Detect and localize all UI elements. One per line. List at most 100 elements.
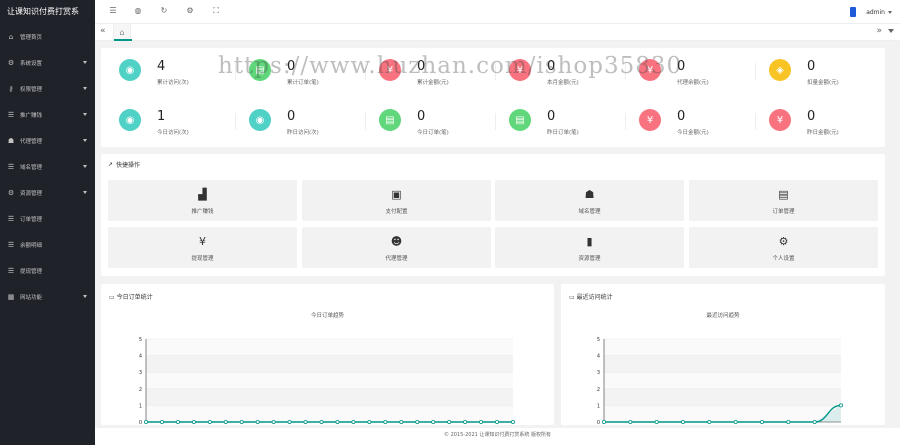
data-point: [223, 419, 228, 424]
yen-icon: ¥: [769, 109, 791, 131]
sidebar-item-label: 网站功能: [20, 295, 43, 301]
quick-action-label: 域名管理: [578, 209, 601, 215]
server-icon: ▤: [778, 188, 789, 201]
quick-action-label: 资源管理: [578, 256, 601, 262]
divider: [365, 113, 366, 130]
y-tick-label: 4: [139, 354, 142, 360]
data-point: [144, 419, 149, 424]
stat-card: ¥0 今日金额(元): [631, 101, 761, 141]
quick-action-button[interactable]: ▣ 支付配置: [302, 180, 491, 221]
yen-icon: ¥: [379, 59, 401, 81]
tabs-menu-chevron-icon[interactable]: [888, 29, 894, 33]
quick-action-button[interactable]: ⚙ 个人设置: [689, 227, 878, 268]
stat-value: 0: [287, 109, 296, 124]
chevron-down-icon: [83, 87, 87, 90]
chevron-down-icon: [83, 191, 87, 194]
panel-title: ➚ 快捷操作: [108, 160, 140, 169]
quick-action-button[interactable]: ☻ 代理管理: [302, 227, 491, 268]
sidebar-item-label: 管理首页: [20, 35, 43, 41]
stat-value: 0: [547, 59, 556, 74]
quick-action-button[interactable]: ☗ 域名管理: [495, 180, 684, 221]
data-point: [838, 403, 843, 408]
data-point: [431, 419, 436, 424]
quick-actions-panel: ➚ 快捷操作 ▟ 推广赚钱 ▣ 支付配置 ☗ 域名管理 ▤ 订单管理 ¥ 提现管理 ☻ 代理管理 ▮ 资源…: [101, 154, 885, 276]
sidebar-item-5[interactable]: ☗ 代理管理: [0, 128, 95, 154]
menu-toggle-icon[interactable]: ☰: [108, 6, 118, 16]
stat-card: ▤ 0 累计订单(笔): [241, 51, 371, 91]
sidebar-item-label: 系统设置: [20, 61, 43, 67]
grid-band: [604, 372, 841, 389]
sidebar-item-4[interactable]: ☰ 推广赚钱: [0, 102, 95, 128]
sidebar-item-11[interactable]: ▦ 网站功能: [0, 284, 95, 310]
sidebar-item-3[interactable]: ⚷ 权限管理: [0, 76, 95, 102]
send-icon: ➚: [108, 161, 114, 168]
stat-card: ◉ 1 今日访问(次): [111, 101, 241, 141]
stat-label: 本月金额(元): [547, 80, 579, 86]
user-icon: ☗: [7, 137, 15, 145]
sidebar-item-7[interactable]: ⚙ 资源管理: [0, 180, 95, 206]
home-icon: ⌂: [8, 33, 14, 41]
footer: © 2015-2021 让课知识付费打赏系统 版权所有: [95, 428, 900, 445]
chevron-down-icon: [83, 113, 87, 116]
quick-action-button[interactable]: ▮ 资源管理: [495, 227, 684, 268]
y-tick-label: 1: [139, 403, 142, 409]
visits-chart-panel: ▭ 最近访问统计 最近访问趋势 012345: [561, 284, 885, 425]
divider: [755, 63, 756, 80]
divider: [495, 113, 496, 130]
sidebar-item-2[interactable]: ⚙ 系统设置: [0, 50, 95, 76]
data-point: [287, 419, 292, 424]
quick-action-button[interactable]: ▤ 订单管理: [689, 180, 878, 221]
settings-icon[interactable]: ⚙: [185, 6, 195, 16]
key-icon: ⚷: [8, 85, 14, 93]
sidebar-item-8[interactable]: ☰ 订单管理: [0, 206, 95, 232]
y-tick-label: 5: [139, 337, 142, 343]
data-point: [351, 419, 356, 424]
sidebar-item-label: 域名管理: [20, 165, 43, 171]
quick-action-label: 个人设置: [772, 256, 795, 262]
quick-action-label: 订单管理: [772, 209, 795, 215]
data-point: [367, 419, 372, 424]
clipboard-icon: ▤: [509, 109, 531, 131]
y-tick-label: 4: [597, 354, 600, 360]
y-tick-label: 2: [597, 387, 600, 393]
globe-icon[interactable]: ◍: [133, 6, 143, 16]
y-tick-label: 3: [139, 370, 142, 376]
fullscreen-icon[interactable]: ⛶: [211, 6, 221, 16]
stat-value: 0: [677, 59, 686, 74]
list-icon: ☰: [7, 215, 15, 223]
grid-band: [604, 339, 841, 356]
tabs-scroll-left-icon[interactable]: «: [100, 26, 106, 36]
divider: [625, 63, 626, 80]
data-point: [303, 419, 308, 424]
sidebar-item-label: 提现管理: [20, 269, 43, 275]
clipboard-icon: ▤: [379, 109, 401, 131]
stat-card: ¥0 本月金额(元): [501, 51, 631, 91]
sidebar-item-6[interactable]: ☰ 域名管理: [0, 154, 95, 180]
sidebar-item-10[interactable]: ☰ 提现管理: [0, 258, 95, 284]
quick-action-button[interactable]: ¥ 提现管理: [108, 227, 297, 268]
sidebar-item-9[interactable]: ☰ 余额明细: [0, 232, 95, 258]
quick-action-button[interactable]: ▟ 推广赚钱: [108, 180, 297, 221]
data-point: [159, 419, 164, 424]
data-point: [207, 419, 212, 424]
data-point: [707, 419, 712, 424]
orders-chart-panel: ▭ 今日订单统计 今日订单趋势 012345: [101, 284, 554, 425]
chevron-down-icon: [83, 139, 87, 142]
user-menu[interactable]: admin: [850, 7, 892, 17]
stat-value: 0: [547, 109, 556, 124]
sidebar-item-1[interactable]: ⌂ 管理首页: [0, 24, 95, 50]
y-tick-label: 3: [597, 370, 600, 376]
data-point: [654, 419, 659, 424]
tab-home[interactable]: ⌂: [113, 24, 132, 41]
divider: [755, 113, 756, 130]
y-tick-label: 1: [597, 403, 600, 409]
stat-label: 今日访问(次): [157, 130, 189, 136]
stat-card: ◈ 0 扣量金额(元): [761, 51, 891, 91]
chevron-down-icon: [83, 295, 87, 298]
refresh-icon[interactable]: ↻: [159, 6, 169, 16]
tabs-scroll-right-icon[interactable]: »: [876, 26, 882, 36]
data-point: [399, 419, 404, 424]
quick-action-label: 代理管理: [385, 256, 408, 262]
stat-card: ¥0 代理余额(元): [631, 51, 761, 91]
stat-label: 累计金额(元): [417, 80, 449, 86]
